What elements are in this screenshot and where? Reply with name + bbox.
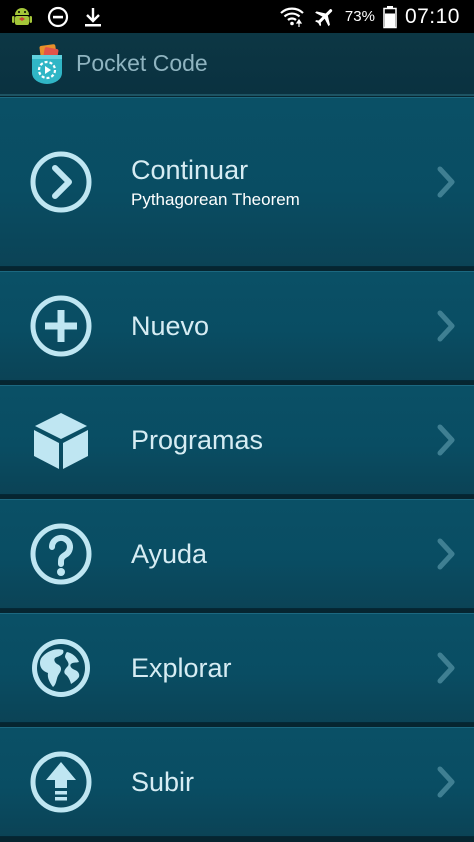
menu-item-label: Continuar — [131, 154, 249, 185]
question-circle-icon — [30, 523, 92, 585]
status-time: 07:10 — [404, 4, 460, 28]
menu-item-programs[interactable]: Programas — [0, 385, 474, 495]
menu-item-continue[interactable]: Continuar Pythagorean Theorem — [0, 97, 474, 267]
menu-item-explore-text: Explorar — [131, 653, 232, 684]
arrow-circle-icon — [30, 151, 92, 213]
main-menu: Continuar Pythagorean Theorem Nuevo Prog… — [0, 97, 474, 841]
upload-circle-icon — [30, 751, 92, 813]
menu-item-label: Ayuda — [131, 538, 208, 569]
chevron-right-icon — [437, 652, 455, 684]
menu-item-upload[interactable]: Subir — [0, 727, 474, 837]
menu-item-help-text: Ayuda — [131, 539, 207, 570]
menu-item-label: Nuevo — [131, 310, 210, 341]
status-bar-left — [0, 5, 104, 29]
menu-item-programs-text: Programas — [131, 425, 263, 456]
menu-item-new-text: Nuevo — [131, 311, 209, 342]
pocket-code-logo[interactable] — [28, 43, 66, 85]
cube-icon — [34, 413, 88, 469]
plus-circle-icon — [30, 295, 92, 357]
download-icon — [85, 7, 101, 26]
do-not-disturb-icon — [47, 6, 69, 27]
chevron-right-icon — [437, 538, 455, 570]
chevron-right-icon — [437, 166, 455, 198]
action-bar: Pocket Code — [0, 33, 474, 96]
current-project-name: Pythagorean Theorem — [131, 189, 300, 209]
menu-item-new[interactable]: Nuevo — [0, 271, 474, 381]
status-bar: 73% 07:10 — [0, 0, 474, 33]
menu-item-upload-text: Subir — [131, 767, 194, 798]
battery-icon — [383, 5, 397, 28]
chevron-right-icon — [437, 424, 455, 456]
menu-item-explore[interactable]: Explorar — [0, 613, 474, 723]
menu-item-label: Programas — [131, 424, 264, 455]
chevron-right-icon — [437, 766, 455, 798]
menu-item-label: Explorar — [131, 652, 232, 683]
android-debug-icon — [12, 7, 32, 25]
status-bar-right: 73% 07:10 — [279, 5, 474, 29]
chevron-right-icon — [437, 310, 455, 342]
wifi-icon — [280, 7, 304, 27]
battery-percent: 73% — [344, 8, 375, 25]
menu-item-label: Subir — [131, 766, 195, 797]
menu-item-help[interactable]: Ayuda — [0, 499, 474, 609]
airplane-mode-icon — [315, 8, 333, 26]
globe-icon — [32, 639, 90, 697]
menu-item-continue-text: Continuar Pythagorean Theorem — [131, 155, 300, 210]
app-title: Pocket Code — [76, 50, 208, 76]
